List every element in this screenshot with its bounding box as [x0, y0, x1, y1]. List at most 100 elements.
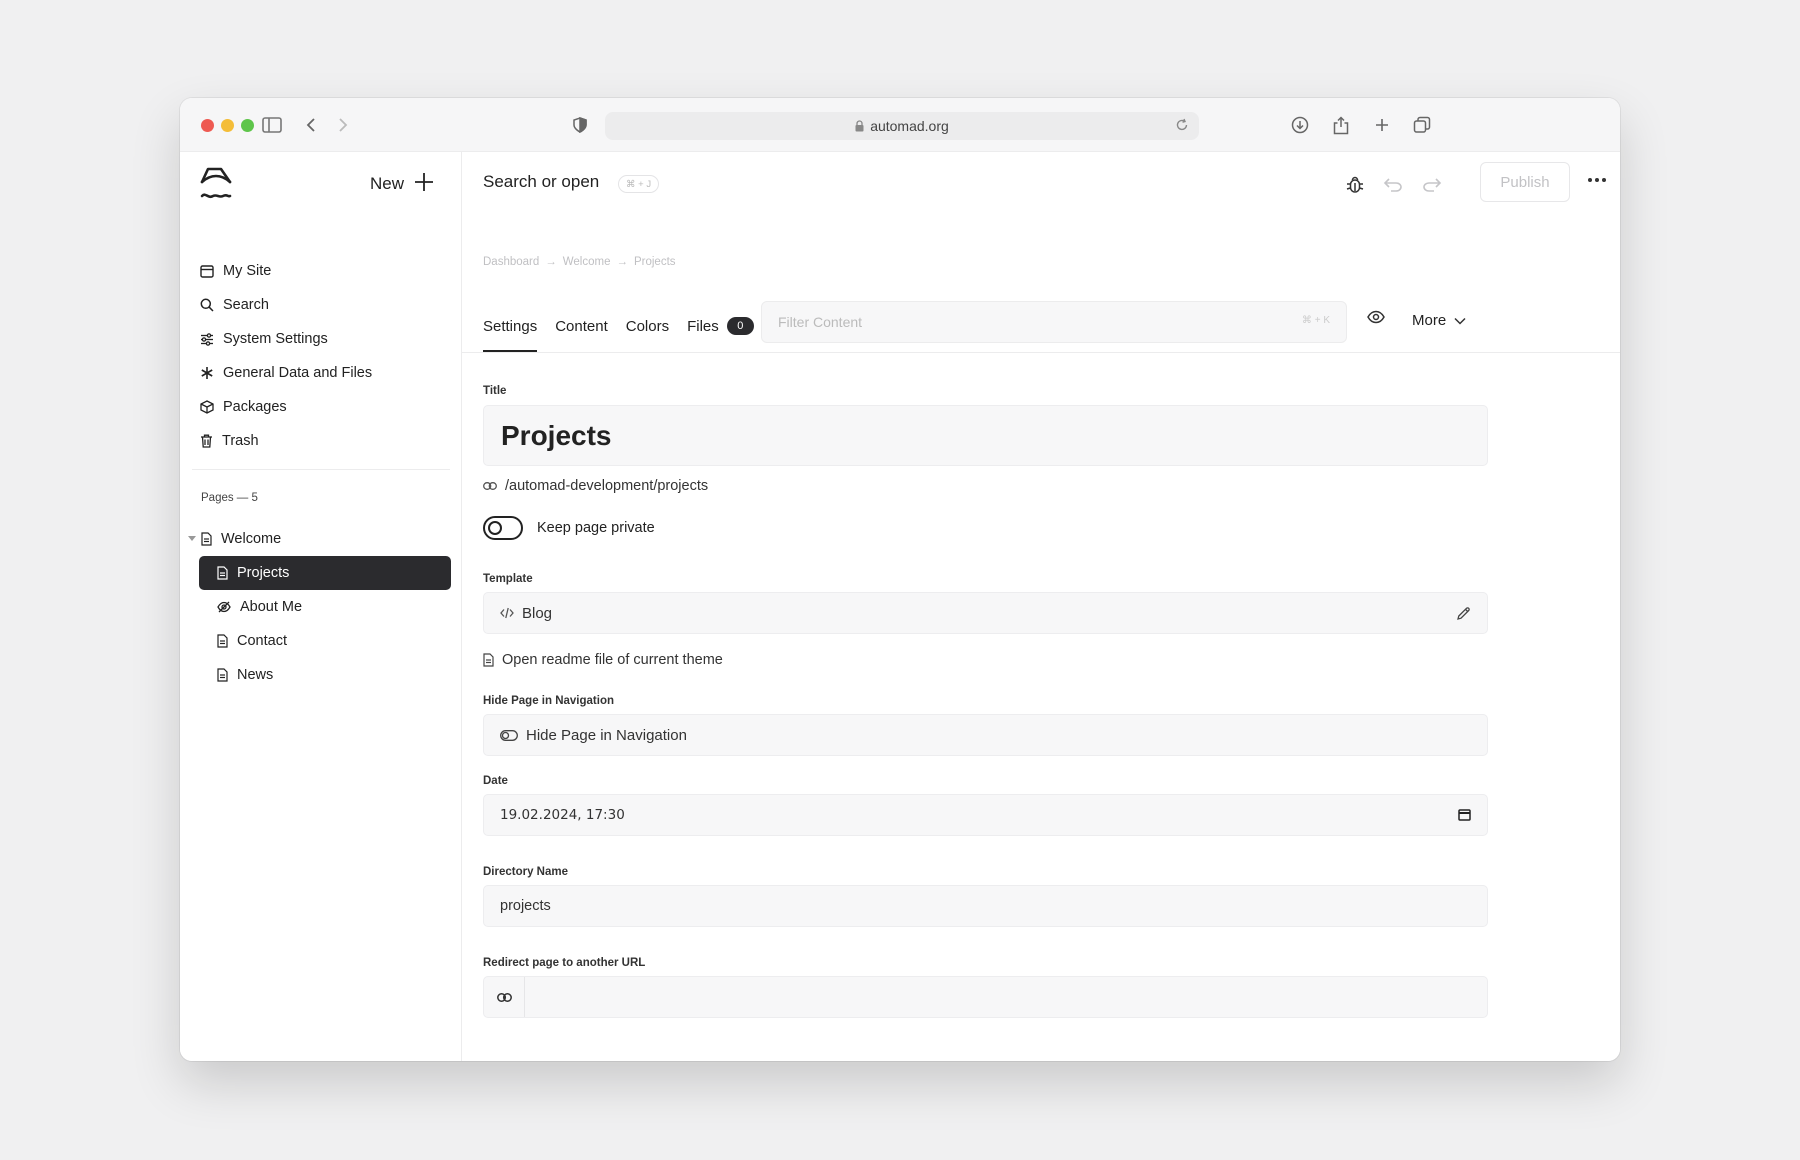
link-icon — [484, 977, 525, 1017]
page-tree-item-about-me[interactable]: About Me — [180, 590, 462, 624]
arrow-right-icon: → — [616, 256, 628, 268]
reload-icon[interactable] — [1175, 118, 1189, 132]
directory-input[interactable]: projects — [483, 885, 1488, 927]
shield-icon[interactable] — [568, 113, 592, 137]
search-or-open-button[interactable]: Search or open — [483, 172, 599, 192]
private-label: Keep page private — [537, 520, 655, 536]
chevron-down-icon — [1454, 317, 1466, 325]
redirect-label: Redirect page to another URL — [483, 957, 646, 969]
date-label: Date — [483, 775, 508, 787]
page-tree-item-news[interactable]: News — [180, 658, 462, 692]
minimize-window-button[interactable] — [221, 119, 234, 132]
sidebar-item-label: Search — [223, 297, 269, 313]
tab-colors[interactable]: Colors — [626, 300, 669, 352]
eye-slash-icon — [217, 601, 231, 613]
asterisk-icon — [201, 367, 213, 379]
page-url: /automad-development/projects — [505, 478, 709, 494]
redirect-input[interactable] — [483, 976, 1488, 1018]
automad-logo[interactable] — [199, 164, 233, 204]
sidebar-item-general-data[interactable]: General Data and Files — [200, 356, 440, 390]
private-toggle[interactable] — [483, 516, 523, 540]
publish-button[interactable]: Publish — [1480, 162, 1570, 202]
page-icon — [483, 653, 494, 667]
sidebar-toggle-icon[interactable] — [260, 113, 284, 137]
search-icon — [200, 298, 214, 312]
address-bar[interactable]: automad.org — [605, 112, 1199, 140]
tabs-divider — [462, 352, 1620, 353]
page-icon — [217, 566, 228, 580]
sidebar-item-label: Trash — [222, 433, 259, 449]
calendar-icon[interactable] — [1458, 808, 1471, 821]
filter-shortcut: ⌘ + K — [1301, 315, 1330, 326]
tab-files[interactable]: Files 0 — [687, 300, 754, 352]
window-icon — [200, 264, 214, 278]
breadcrumb-welcome[interactable]: Welcome — [563, 256, 611, 268]
date-value: 19.02.2024, 17:30 — [500, 807, 625, 823]
pages-count: Pages — 5 — [201, 492, 258, 504]
new-page-button[interactable]: New — [370, 170, 434, 198]
sidebar-item-packages[interactable]: Packages — [200, 390, 440, 424]
share-icon[interactable] — [1329, 113, 1353, 137]
readme-label: Open readme file of current theme — [502, 652, 723, 668]
pencil-icon[interactable] — [1456, 606, 1471, 621]
lock-icon — [855, 120, 864, 132]
tab-settings[interactable]: Settings — [483, 300, 538, 352]
breadcrumb-projects[interactable]: Projects — [634, 256, 676, 268]
filter-content-input[interactable]: Filter Content ⌘ + K — [761, 301, 1347, 343]
new-tab-icon[interactable] — [1370, 113, 1394, 137]
hide-nav-label: Hide Page in Navigation — [483, 695, 614, 707]
bug-icon[interactable] — [1342, 172, 1368, 198]
sidebar-item-label: My Site — [223, 263, 272, 279]
sidebar-item-my-site[interactable]: My Site — [200, 254, 440, 288]
desktop-background: automad.org New My Site Search System Se… — [0, 0, 1800, 1160]
page-tree-item-projects[interactable]: Projects — [199, 556, 451, 590]
tab-files-label: Files — [687, 317, 719, 335]
download-icon[interactable] — [1288, 113, 1312, 137]
private-toggle-row[interactable]: Keep page private — [483, 516, 655, 540]
hide-nav-toggle[interactable]: Hide Page in Navigation — [483, 714, 1488, 756]
code-icon — [500, 607, 514, 619]
undo-icon[interactable] — [1380, 172, 1406, 198]
sidebar-item-trash[interactable]: Trash — [200, 424, 440, 458]
date-input[interactable]: 19.02.2024, 17:30 — [483, 794, 1488, 836]
open-readme-link[interactable]: Open readme file of current theme — [483, 652, 723, 668]
template-value: Blog — [522, 604, 553, 622]
directory-label: Directory Name — [483, 866, 569, 878]
page-tree-item-welcome[interactable]: Welcome — [180, 522, 462, 556]
sidebar-item-search[interactable]: Search — [200, 288, 440, 322]
eye-icon[interactable] — [1367, 310, 1385, 329]
new-page-label: New — [370, 174, 405, 193]
sidebar-item-label: Packages — [223, 399, 287, 415]
close-window-button[interactable] — [201, 119, 214, 132]
page-tree-label: Projects — [237, 565, 290, 581]
more-label: More — [1412, 312, 1447, 329]
main-panel: Search or open ⌘ + J Publish Dashboard →… — [462, 152, 1620, 1061]
url-text: automad.org — [870, 118, 949, 134]
files-count-badge: 0 — [726, 317, 754, 335]
arrow-right-icon: → — [545, 256, 557, 268]
page-tree-item-contact[interactable]: Contact — [180, 624, 462, 658]
sidebar-item-system-settings[interactable]: System Settings — [200, 322, 440, 356]
page-url-link[interactable]: /automad-development/projects — [483, 478, 708, 494]
link-icon — [483, 482, 497, 490]
package-icon — [200, 400, 214, 414]
more-dropdown[interactable]: More — [1412, 312, 1466, 329]
template-select[interactable]: Blog — [483, 592, 1488, 634]
title-input[interactable]: Projects — [483, 405, 1488, 466]
more-options-icon[interactable] — [1583, 166, 1611, 194]
trash-icon — [201, 434, 212, 448]
tab-overview-icon[interactable] — [1410, 113, 1434, 137]
breadcrumb-dashboard[interactable]: Dashboard — [483, 256, 539, 268]
toggle-icon — [500, 729, 518, 741]
zoom-window-button[interactable] — [241, 119, 254, 132]
sidebar-nav: My Site Search System Settings General D… — [200, 254, 440, 458]
browser-window: automad.org New My Site Search System Se… — [180, 98, 1620, 1061]
back-icon[interactable] — [299, 113, 323, 137]
redo-icon[interactable] — [1419, 172, 1445, 198]
forward-icon[interactable] — [331, 113, 355, 137]
page-icon — [201, 532, 212, 546]
sliders-icon — [201, 332, 213, 346]
tab-content[interactable]: Content — [555, 300, 608, 352]
search-shortcut-badge: ⌘ + J — [618, 175, 660, 193]
caret-down-icon[interactable] — [188, 536, 196, 541]
